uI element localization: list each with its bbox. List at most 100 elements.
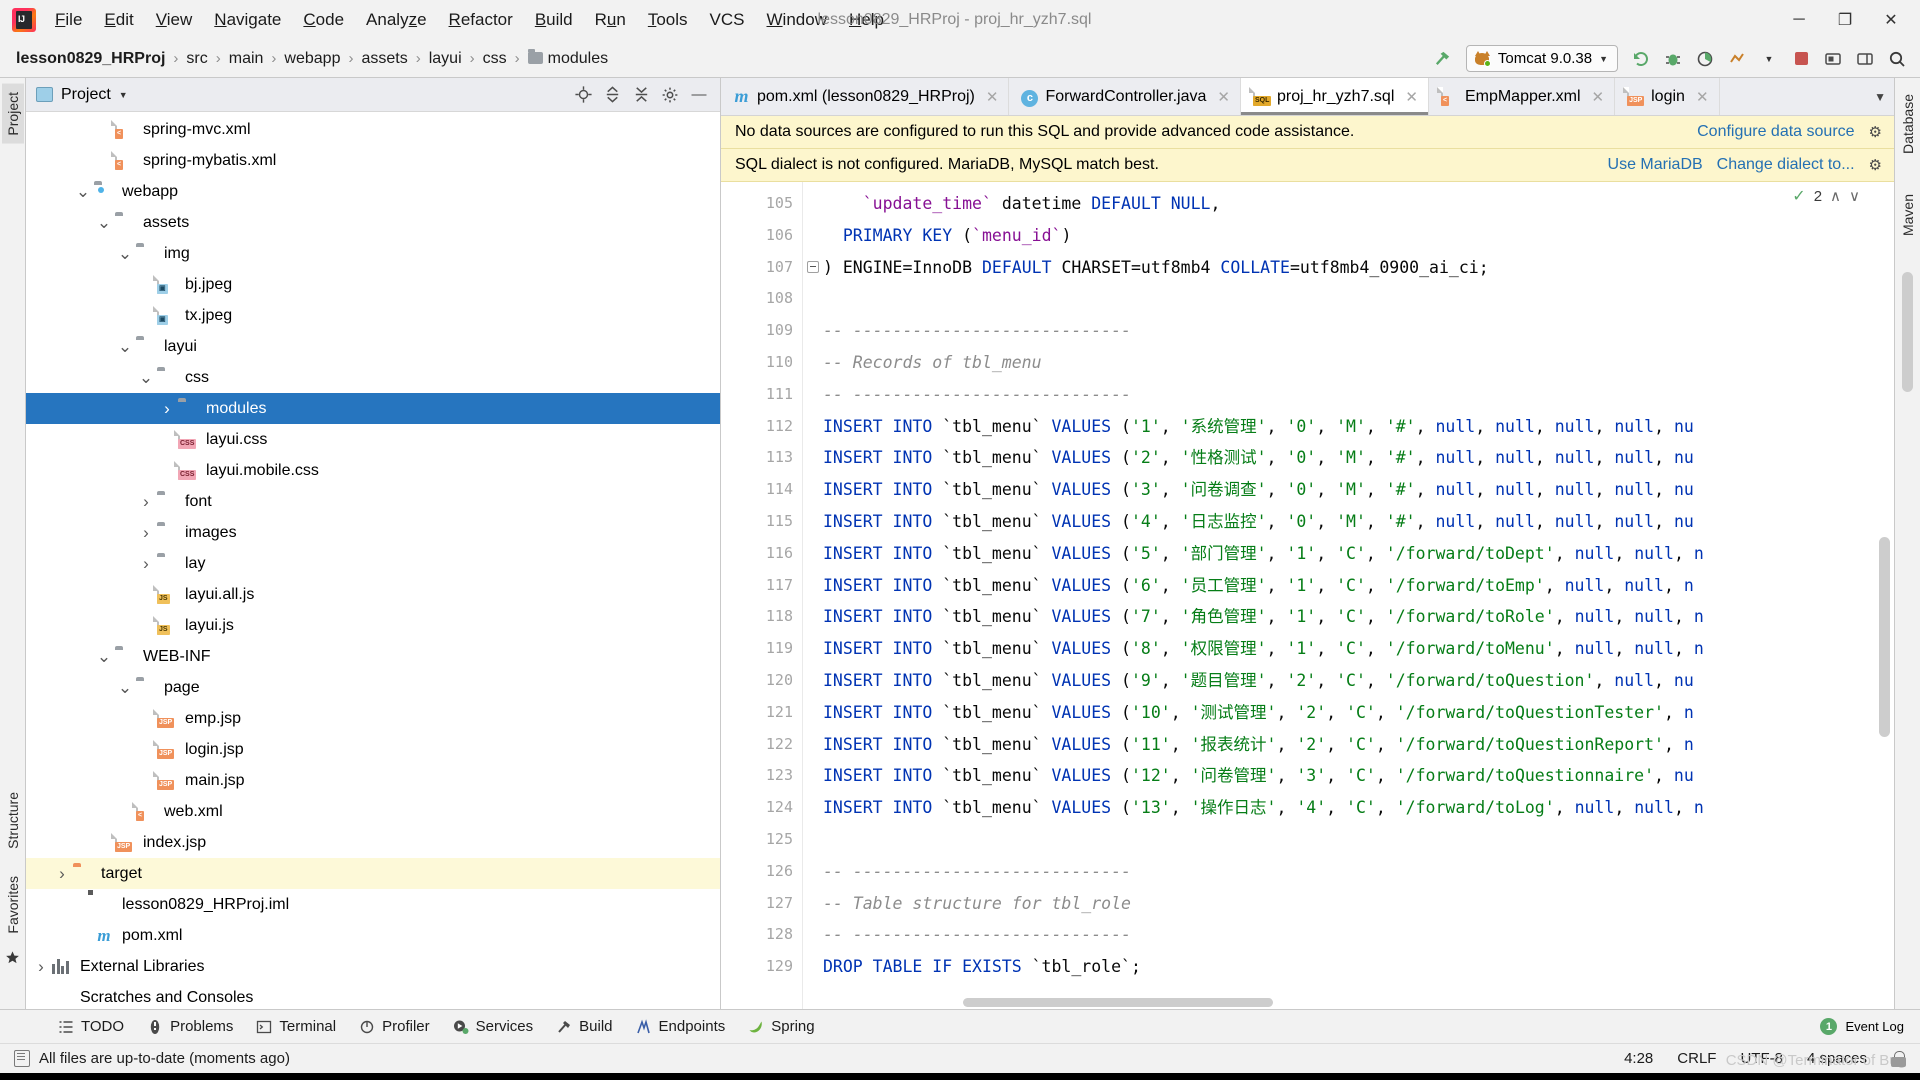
gear-icon[interactable]: ⚙ [1869,123,1882,141]
tree-item-css[interactable]: ⌄ css [26,362,720,393]
chevron-right-icon[interactable]: › [156,399,178,419]
hide-panel-icon[interactable]: — [688,84,710,106]
chevron-down-icon[interactable]: ⌄ [72,183,94,200]
editor-tab-login[interactable]: JSP login ✕ [1615,78,1720,115]
tree-item-modules[interactable]: › modules [26,393,720,424]
sidebar-tab-project[interactable]: Project [1,84,24,144]
editor-tab-pom-xml-lesson0829-hrproj-[interactable]: m pom.xml (lesson0829_HRProj) ✕ [721,78,1010,115]
tree-item-scratches-and-consoles[interactable]: Scratches and Consoles [26,982,720,1009]
change-dialect-link[interactable]: Change dialect to... [1717,156,1855,174]
horizontal-scrollbar-track[interactable] [803,996,1872,1009]
menu-vcs[interactable]: VCS [699,6,756,34]
tree-item-layui-js[interactable]: JS layui.js [26,610,720,641]
tree-item-layui-css[interactable]: CSS layui.css [26,424,720,455]
tree-item-main-jsp[interactable]: JSP main.jsp [26,765,720,796]
sidebar-tab-database[interactable]: Database [1897,86,1919,162]
tree-item-spring-mvc-xml[interactable]: < spring-mvc.xml [26,114,720,145]
chevron-down-icon[interactable]: ⌄ [114,338,136,355]
next-problem-icon[interactable]: ∨ [1849,187,1860,205]
tree-item-external-libraries[interactable]: › External Libraries [26,951,720,982]
sidebar-tab-structure[interactable]: Structure [2,784,24,857]
tree-item-index-jsp[interactable]: JSP index.jsp [26,827,720,858]
inspection-widget[interactable]: ✓ 2 ∧ ∨ [1792,186,1860,206]
expand-all-icon[interactable] [601,84,623,106]
menu-tools[interactable]: Tools [637,6,699,34]
close-button[interactable]: ✕ [1868,0,1914,40]
menu-navigate[interactable]: Navigate [203,6,292,34]
tree-item-images[interactable]: › images [26,517,720,548]
right-strip-scrollbar[interactable] [1902,271,1913,392]
close-tab-icon[interactable]: ✕ [986,88,999,106]
editor-scrollbar-thumb[interactable] [1879,537,1890,737]
tree-item-webapp[interactable]: ⌄ webapp [26,176,720,207]
tree-item-layui-mobile-css[interactable]: CSS layui.mobile.css [26,455,720,486]
search-icon[interactable] [1882,45,1912,73]
chevron-down-icon[interactable]: ▼ [1754,45,1784,73]
close-tab-icon[interactable]: ✕ [1592,88,1605,106]
code-folding-column[interactable] [803,182,823,1009]
chevron-down-icon[interactable]: ⌄ [135,369,157,386]
chevron-right-icon[interactable]: › [30,957,52,977]
tool-window-todo[interactable]: TODO [46,1014,135,1039]
tool-window-build[interactable]: Build [544,1014,623,1039]
lock-icon[interactable] [1891,1050,1906,1067]
menu-view[interactable]: View [145,6,204,34]
editor-scrollbar-track[interactable] [1872,182,1894,1009]
sidebar-tab-maven[interactable]: Maven [1897,186,1919,244]
breadcrumb-item-main[interactable]: main [227,50,266,68]
code-fold-toggle[interactable] [807,260,819,273]
horizontal-scrollbar-thumb[interactable] [963,998,1273,1007]
tree-item-target[interactable]: › target [26,858,720,889]
chevron-right-icon[interactable]: › [135,492,157,512]
tool-window-terminal[interactable]: Terminal [244,1014,347,1039]
tree-item-pom-xml[interactable]: m pom.xml [26,920,720,951]
editor-tab-proj-hr-yzh7-sql[interactable]: SQL proj_hr_yzh7.sql ✕ [1240,78,1429,115]
code-editor[interactable]: 105 106 107 108 109 110 111 112 113 114 115 116 117 1… [721,182,1894,1009]
chevron-down-icon[interactable]: ⌄ [93,648,115,665]
breadcrumb-item-webapp[interactable]: webapp [282,50,342,68]
tree-item-bj-jpeg[interactable]: ▣ bj.jpeg [26,269,720,300]
breadcrumb-item-modules[interactable]: modules [526,48,610,68]
tree-item-page[interactable]: ⌄ page [26,672,720,703]
profile-button[interactable] [1722,45,1752,73]
menu-edit[interactable]: Edit [93,6,144,34]
chevron-right-icon[interactable]: › [51,864,73,884]
chevron-down-icon[interactable]: ⌄ [114,679,136,696]
tab-list-chevron-down-icon[interactable]: ▼ [1866,78,1894,115]
chevron-down-icon[interactable]: ⌄ [114,245,136,262]
tree-item-font[interactable]: › font [26,486,720,517]
close-tab-icon[interactable]: ✕ [1217,88,1230,106]
maximize-button[interactable]: ❐ [1822,0,1868,40]
layout-icon[interactable] [1850,45,1880,73]
tool-window-endpoints[interactable]: Endpoints [624,1014,737,1039]
tool-window-services[interactable]: Services [441,1014,545,1039]
chevron-right-icon[interactable]: › [135,554,157,574]
breadcrumb-item-layui[interactable]: layui [427,50,464,68]
updates-icon[interactable] [1818,45,1848,73]
run-configuration-selector[interactable]: Tomcat 9.0.38 ▼ [1465,45,1618,72]
tree-item-tx-jpeg[interactable]: ▣ tx.jpeg [26,300,720,331]
debug-button[interactable] [1658,45,1688,73]
event-log-label[interactable]: Event Log [1845,1019,1904,1034]
stop-button[interactable] [1786,45,1816,73]
indent-setting[interactable]: 4 spaces [1807,1050,1867,1067]
menu-file[interactable]: File [44,6,93,34]
prev-problem-icon[interactable]: ∧ [1830,187,1841,205]
editor-tab-forwardcontroller-java[interactable]: c ForwardController.java ✕ [1009,78,1241,115]
event-log-area[interactable]: 1 Event Log [1820,1018,1920,1035]
tree-item-layui-all-js[interactable]: JS layui.all.js [26,579,720,610]
tool-window-spring[interactable]: Spring [736,1014,825,1039]
use-mariadb-link[interactable]: Use MariaDB [1608,156,1703,174]
tree-item-img[interactable]: ⌄ img [26,238,720,269]
minimize-button[interactable]: ─ [1776,0,1822,40]
editor-tab-empmapper-xml[interactable]: < EmpMapper.xml ✕ [1428,78,1616,115]
caret-position[interactable]: 4:28 [1624,1050,1653,1067]
gear-icon[interactable]: ⚙ [1869,156,1882,174]
rerun-button[interactable] [1626,45,1656,73]
configure-data-source-link[interactable]: Configure data source [1697,123,1854,141]
tree-item-spring-mybatis-xml[interactable]: < spring-mybatis.xml [26,145,720,176]
breadcrumb-item-lesson0829-hrproj[interactable]: lesson0829_HRProj [14,50,167,68]
sidebar-tab-favorites[interactable]: Favorites [2,868,24,942]
scroll-from-source-icon[interactable] [572,84,594,106]
breadcrumb-item-src[interactable]: src [184,50,209,68]
